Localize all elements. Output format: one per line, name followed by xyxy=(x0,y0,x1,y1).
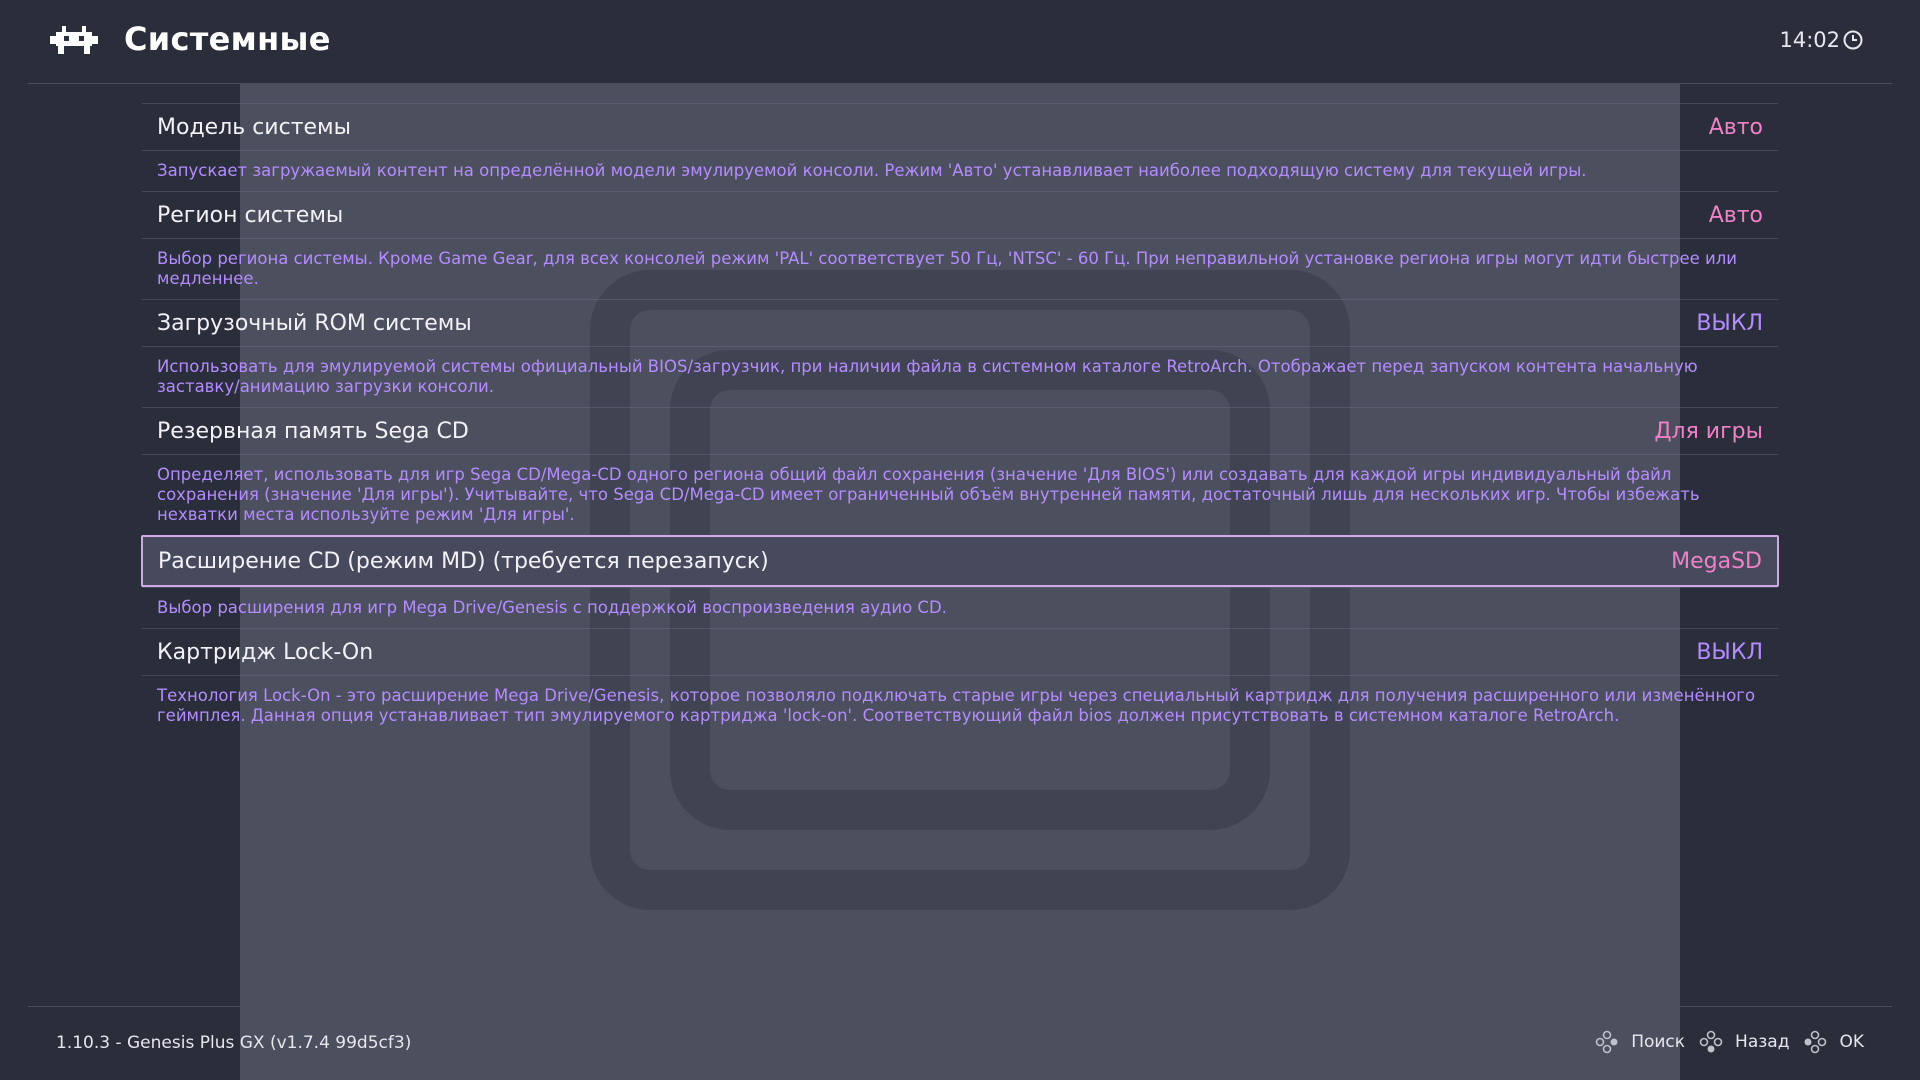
search-action[interactable]: Поиск xyxy=(1595,1030,1685,1054)
header: Системные 14:02 xyxy=(0,0,1920,84)
ok-label: OK xyxy=(1839,1032,1864,1052)
clock-time: 14:02 xyxy=(1779,28,1840,52)
gamepad-buttons-icon xyxy=(1699,1030,1723,1053)
page-title: Системные xyxy=(124,20,331,58)
setting-value: Авто xyxy=(1708,114,1763,140)
setting-value: ВЫКЛ xyxy=(1696,310,1763,336)
setting-description: Запускает загружаемый контент на определ… xyxy=(142,150,1778,191)
setting-value: Для игры xyxy=(1654,418,1763,444)
setting-row-sega-cd-backup-ram[interactable]: Резервная память Sega CD Для игры xyxy=(142,407,1778,454)
setting-description: Определяет, использовать для игр Sega CD… xyxy=(142,454,1778,535)
setting-value: Авто xyxy=(1708,202,1763,228)
setting-row-lock-on-cartridge[interactable]: Картридж Lock-On ВЫКЛ xyxy=(142,628,1778,675)
setting-label: Расширение CD (режим MD) (требуется пере… xyxy=(158,548,769,574)
retroarch-invader-icon[interactable] xyxy=(48,26,100,56)
setting-row-system-model[interactable]: Модель системы Авто xyxy=(142,103,1778,150)
setting-value: MegaSD xyxy=(1671,548,1762,574)
setting-label: Резервная память Sega CD xyxy=(157,418,469,444)
ok-action[interactable]: OK xyxy=(1803,1030,1864,1054)
setting-label: Загрузочный ROM системы xyxy=(157,310,472,336)
clock: 14:02 xyxy=(1779,28,1864,52)
footer-actions: Поиск Назад OK xyxy=(1595,1030,1864,1054)
setting-description: Использовать для эмулируемой системы офи… xyxy=(142,346,1778,407)
clock-icon xyxy=(1843,30,1863,50)
setting-label: Картридж Lock-On xyxy=(157,639,374,665)
setting-description: Технология Lock-On - это расширение Mega… xyxy=(142,675,1778,736)
setting-label: Модель системы xyxy=(157,114,352,140)
setting-row-cd-add-on[interactable]: Расширение CD (режим MD) (требуется пере… xyxy=(141,535,1779,587)
gamepad-buttons-icon xyxy=(1595,1030,1618,1054)
settings-list: Модель системы Авто Запускает загружаемы… xyxy=(141,103,1779,736)
setting-description: Выбор расширения для игр Mega Drive/Gene… xyxy=(142,587,1778,628)
setting-row-system-region[interactable]: Регион системы Авто xyxy=(142,191,1778,238)
setting-label: Регион системы xyxy=(157,202,344,228)
back-label: Назад xyxy=(1735,1032,1790,1052)
core-version: 1.10.3 - Genesis Plus GX (v1.7.4 99d5cf3… xyxy=(56,1033,412,1053)
header-divider xyxy=(28,83,1892,84)
setting-row-boot-rom[interactable]: Загрузочный ROM системы ВЫКЛ xyxy=(142,299,1778,346)
footer-divider xyxy=(28,1006,1892,1007)
search-label: Поиск xyxy=(1631,1032,1686,1052)
setting-value: ВЫКЛ xyxy=(1696,639,1763,665)
back-action[interactable]: Назад xyxy=(1699,1030,1789,1054)
gamepad-buttons-icon xyxy=(1804,1030,1827,1054)
setting-description: Выбор региона системы. Кроме Game Gear, … xyxy=(142,238,1778,299)
